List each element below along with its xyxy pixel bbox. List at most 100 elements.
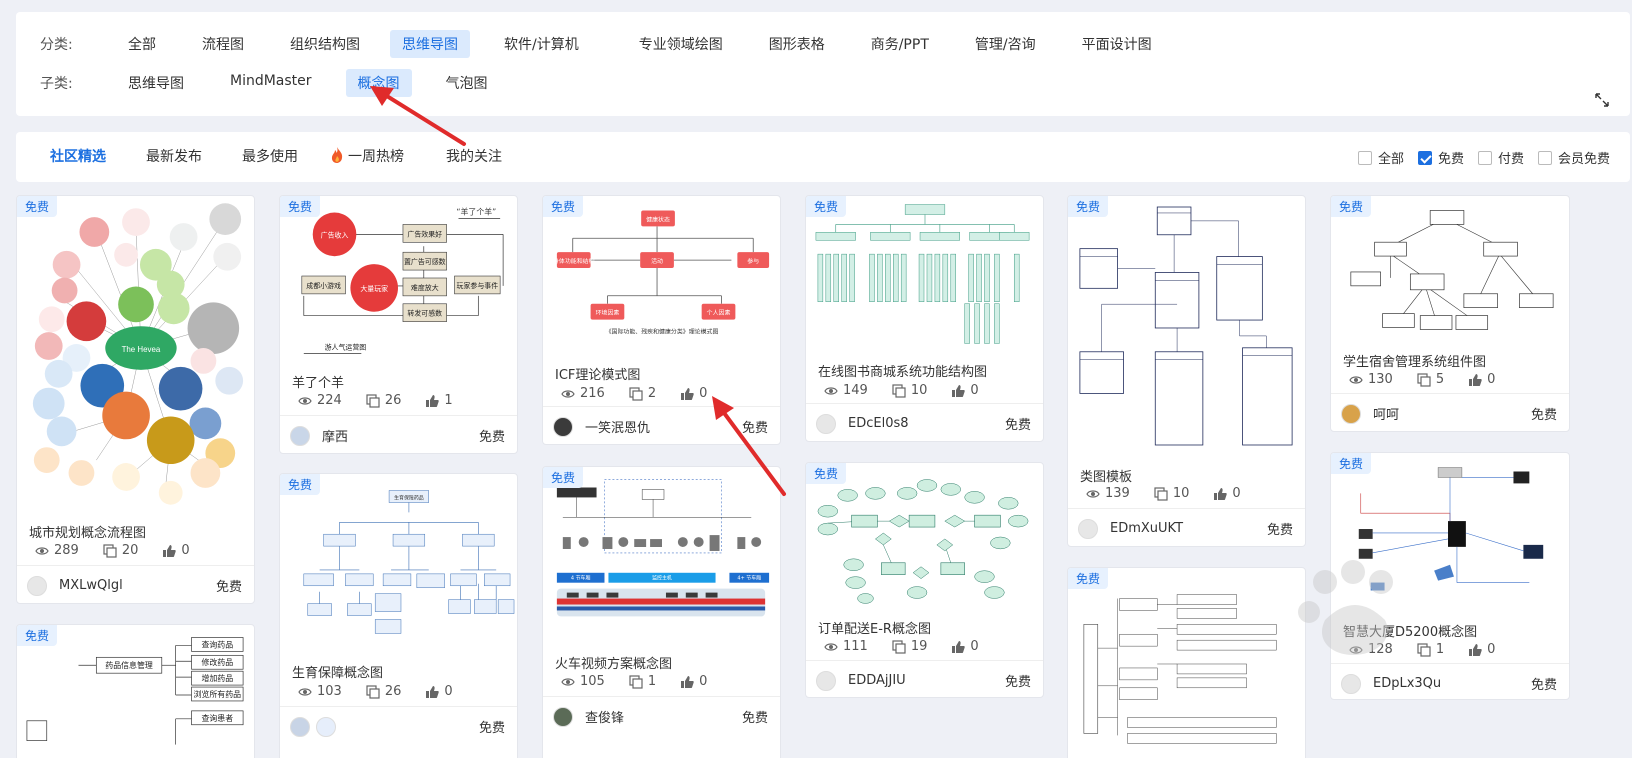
card-footer: EDpLx3Qu 免费 [1331, 663, 1569, 699]
subcategory-mindmaster[interactable]: MindMaster [218, 69, 324, 97]
template-card[interactable]: 免费 The Hevea 城市规划概念流程图 289 20 0 MXLwQlgl… [16, 195, 255, 604]
avatar[interactable] [316, 716, 336, 737]
avatar[interactable] [1341, 403, 1361, 424]
author-name[interactable]: EDDAjJIU [848, 673, 906, 688]
card-footer: MXLwQlgl 免费 [17, 565, 254, 603]
svg-text:增加药品: 增加药品 [201, 673, 233, 683]
filter-member-free[interactable]: 会员免费 [1537, 148, 1610, 167]
author-name[interactable]: 一笑泯恩仇 [585, 417, 650, 436]
svg-text:难度放大: 难度放大 [411, 283, 439, 292]
free-badge: 免费 [543, 467, 584, 488]
tab-community-picks[interactable]: 社区精选 [50, 146, 106, 166]
thumbs-up-icon [681, 387, 694, 400]
views-count: 103 [317, 684, 342, 699]
category-org-chart[interactable]: 组织结构图 [278, 30, 372, 58]
card-title: 智慧大厦D5200概念图 [1343, 625, 1478, 640]
tab-latest[interactable]: 最新发布 [146, 146, 202, 166]
svg-text:环境因素: 环境因素 [596, 309, 620, 317]
category-business-ppt[interactable]: 商务/PPT [859, 30, 941, 58]
svg-text:生育保障药品: 生育保障药品 [394, 495, 424, 502]
copy-icon [1417, 642, 1431, 657]
thumbs-up-icon [426, 685, 440, 698]
avatar[interactable] [290, 425, 310, 446]
tab-following[interactable]: 我的关注 [446, 146, 502, 166]
expand-icon[interactable] [1594, 92, 1610, 108]
card-stats: 103 26 0 [298, 684, 453, 699]
category-all[interactable]: 全部 [116, 30, 168, 58]
author-name[interactable]: 摩西 [322, 426, 348, 445]
subcategory-concept-map[interactable]: 概念图 [345, 69, 412, 97]
avatar[interactable] [27, 575, 47, 596]
template-card[interactable]: 免费 药品信息管理 查询药品 修改药品 增加药品 浏览所有药品 查询患者 [16, 624, 255, 758]
category-flowchart[interactable]: 流程图 [190, 30, 256, 58]
card-footer: EDDAjJIU 免费 [806, 660, 1043, 697]
card-thumbnail [1358, 467, 1544, 591]
card-thumbnail [1350, 210, 1554, 330]
free-badge: 免费 [1068, 568, 1109, 589]
avatar[interactable] [816, 413, 836, 434]
subcategory-bubble-chart[interactable]: 气泡图 [434, 69, 500, 97]
copy-icon [629, 674, 643, 689]
thumbs-up-icon [681, 675, 694, 688]
price-label: 免费 [1530, 408, 1557, 423]
template-card[interactable]: 免费 学生宿舍管理系统组件图 130 5 0 呵呵 免费 [1330, 195, 1570, 432]
card-footer: 摩西 免费 [280, 415, 517, 453]
author-name[interactable]: 查俊锋 [585, 707, 624, 726]
category-label: 分类: [40, 37, 73, 53]
card-stats: 224 26 1 [298, 393, 453, 408]
template-card[interactable]: 免费 智慧大厦D5200概念图 128 1 0 EDpLx3Qu 免费 [1330, 452, 1570, 700]
template-card[interactable]: 免费 “羊了个羊” 广告收入 大量玩家 广告效果好 置广告可感数 难度放大 转发… [279, 195, 518, 454]
card-stats: 289 20 0 [35, 543, 190, 558]
price-label: 免费 [1266, 523, 1293, 538]
tab-weekly-hot[interactable]: 一周热榜 [329, 146, 404, 166]
subcategory-mind-map[interactable]: 思维导图 [116, 69, 196, 97]
card-thumbnail [815, 204, 1030, 344]
avatar[interactable] [816, 670, 836, 691]
category-software[interactable]: 软件/计算机 [492, 30, 591, 58]
card-thumbnail [817, 479, 1029, 604]
svg-text:浏览所有药品: 浏览所有药品 [194, 689, 242, 699]
checkbox-free[interactable] [1417, 150, 1432, 165]
template-card[interactable]: 免费 类图模板 139 10 0 EDmXuUKT 免费 [1067, 195, 1306, 547]
thumbs-up-icon [952, 640, 966, 653]
free-badge: 免费 [806, 196, 847, 217]
category-mind-map[interactable]: 思维导图 [390, 30, 470, 58]
category-graphics-table[interactable]: 图形表格 [757, 30, 837, 58]
template-card[interactable]: 免费 健康状态 身体功能和结构 活动 参与 环境因素 个人因素 《国际功能、残疾… [542, 195, 781, 445]
svg-text:查询药品: 查询药品 [201, 639, 233, 649]
filter-paid[interactable]: 付费 [1477, 148, 1524, 167]
checkbox-all[interactable] [1357, 150, 1372, 165]
price-filters: 全部 免费 付费 会员免费 [1357, 148, 1610, 167]
eye-icon [298, 396, 312, 405]
filter-free[interactable]: 免费 [1417, 148, 1464, 167]
template-card[interactable]: 免费 订单配送E-R概念图 111 19 0 EDDAjJIU 免费 [805, 462, 1044, 698]
avatar[interactable] [1078, 518, 1098, 539]
template-card[interactable]: 免费 在线图书商城系统功能结构图 149 10 0 EDcEl0s8 免费 [805, 195, 1044, 442]
copy-icon [366, 393, 380, 408]
author-name[interactable]: EDpLx3Qu [1373, 676, 1441, 691]
template-card[interactable]: 免费 4 节车厢 监控主机 4+ 节车厢 火车视频方案概念图 105 1 0 查… [542, 466, 781, 758]
template-card[interactable]: 免费 [1067, 567, 1306, 758]
category-graphic-design[interactable]: 平面设计图 [1070, 30, 1164, 58]
author-name[interactable]: EDcEl0s8 [848, 416, 909, 431]
eye-icon [1349, 375, 1363, 384]
author-name[interactable]: 呵呵 [1373, 404, 1399, 423]
card-thumbnail: 4 节车厢 监控主机 4+ 节车厢 [556, 479, 770, 617]
avatar[interactable] [553, 416, 573, 437]
checkbox-member-free[interactable] [1537, 150, 1552, 165]
card-thumbnail [1079, 206, 1293, 446]
author-name[interactable]: EDmXuUKT [1110, 521, 1183, 536]
template-card[interactable]: 免费 生育保障药品 生育保障概念图 103 26 0 免费 [279, 473, 518, 758]
avatar[interactable] [553, 706, 573, 727]
free-badge: 免费 [1331, 453, 1372, 474]
tab-most-used[interactable]: 最多使用 [242, 146, 298, 166]
copy-icon [1154, 486, 1168, 501]
category-management[interactable]: 管理/咨询 [963, 30, 1048, 58]
filter-all[interactable]: 全部 [1357, 148, 1404, 167]
avatar[interactable] [1341, 673, 1361, 694]
checkbox-paid[interactable] [1477, 150, 1492, 165]
avatar[interactable] [290, 716, 310, 737]
category-professional[interactable]: 专业领域绘图 [627, 30, 735, 58]
author-name[interactable]: MXLwQlgl [59, 578, 123, 593]
price-label: 免费 [1004, 675, 1031, 690]
